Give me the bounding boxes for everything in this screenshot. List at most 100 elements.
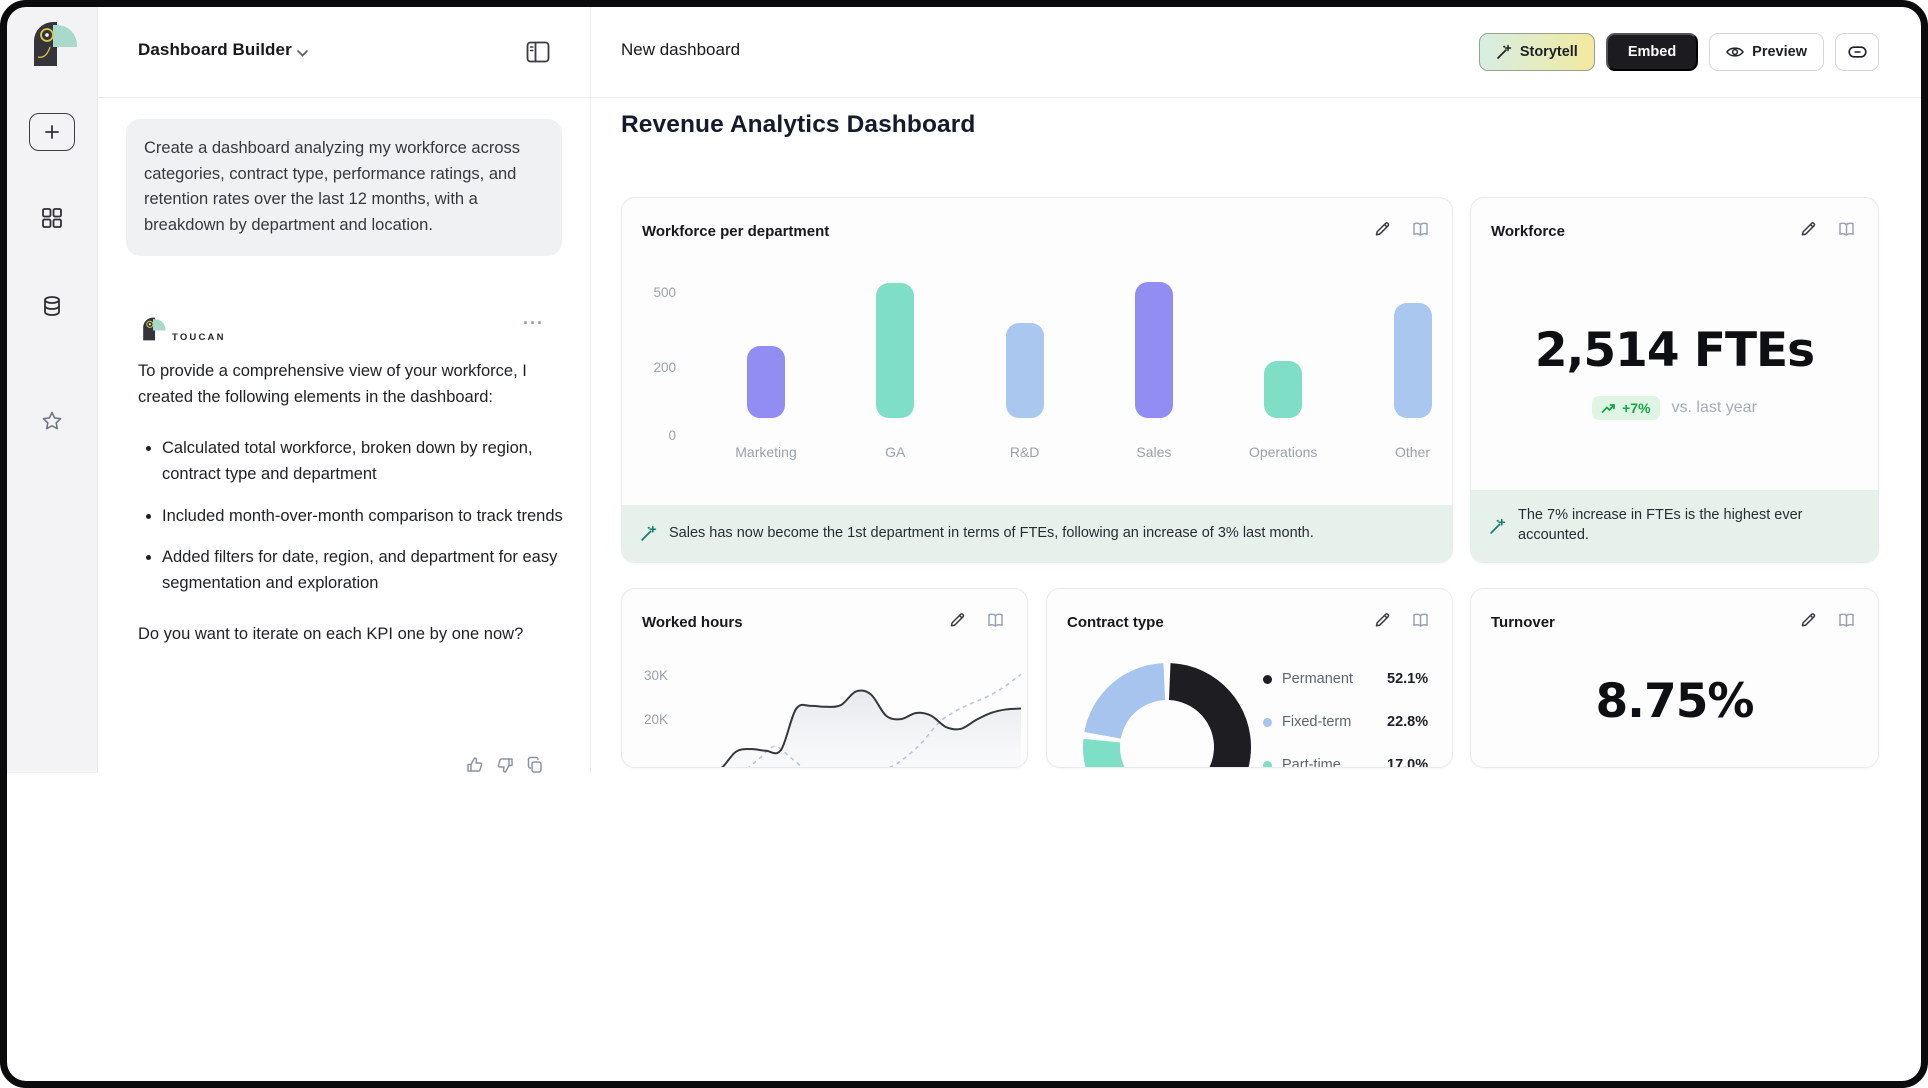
chevron-down-icon[interactable] (296, 49, 309, 58)
preview-button[interactable]: Preview (1709, 33, 1824, 71)
page-title: Revenue Analytics Dashboard (621, 111, 975, 139)
bullet-item: Added filters for date, region, and depa… (162, 545, 584, 597)
bar-marketing[interactable] (747, 346, 785, 419)
y-tick: 0 (642, 428, 676, 443)
main-area: New dashboard Storytell Embed Preview (591, 7, 1921, 773)
kpi-value: 8.75% (1471, 674, 1878, 729)
legend-row-fixed-term: Fixed-term 22.8% (1263, 714, 1428, 730)
bar-operations[interactable] (1264, 361, 1302, 419)
datasources-icon[interactable] (41, 295, 63, 317)
y-tick-30k: 30K (644, 668, 678, 683)
card-title: Turnover (1491, 614, 1555, 631)
donut-slice-fixed-term[interactable] (1084, 663, 1165, 739)
legend-row-part-time: Part-time 17.0% (1263, 757, 1428, 768)
insight-banner: Sales has now become the 1st department … (622, 505, 1452, 562)
assistant-question: Do you want to iterate on each KPI one b… (138, 622, 584, 648)
card-workforce-per-department: Workforce per department 0 200 500 Marketin… (621, 197, 1453, 563)
message-actions (466, 755, 544, 773)
legend-dot (1263, 718, 1272, 727)
bar-ga[interactable] (876, 283, 914, 418)
edit-icon[interactable] (1800, 220, 1817, 237)
assistant-bullet-list: Calculated total workforce, broken down … (138, 436, 584, 597)
y-tick: 500 (642, 285, 676, 300)
thumbs-up-icon[interactable] (466, 755, 484, 773)
x-label: Marketing (701, 444, 831, 460)
sparkle-wand-icon (1489, 518, 1506, 535)
screenshot-canvas: Dashboard Builder Create a dashboard ana… (0, 0, 1928, 1088)
insight-text: The 7% increase in FTEs is the highest e… (1518, 506, 1848, 545)
delta-badge: +7% (1592, 396, 1659, 420)
favorites-icon[interactable] (41, 410, 63, 432)
line-chart (674, 644, 1028, 768)
y-tick: 200 (642, 360, 676, 375)
delta-label: vs. last year (1672, 399, 1757, 417)
brand-wordmark: TOUCAN (172, 332, 226, 343)
legend-dot (1263, 761, 1272, 769)
bar-plot: 0200500MarketingGAR&DSalesOperationsOthe… (642, 256, 1434, 468)
main-header: New dashboard Storytell Embed Preview (591, 7, 1921, 98)
donut-chart (1061, 644, 1271, 768)
donut-slice-part-time[interactable] (1083, 739, 1137, 768)
chat-panel: Dashboard Builder Create a dashboard ana… (98, 7, 591, 773)
toucan-avatar (138, 315, 168, 345)
embed-button[interactable]: Embed (1606, 33, 1698, 71)
donut-slice-permanent[interactable] (1159, 663, 1251, 768)
card-title: Workforce per department (642, 223, 829, 240)
dashboard-name[interactable]: New dashboard (621, 40, 740, 60)
bar-other[interactable] (1394, 303, 1432, 418)
card-title: Contract type (1067, 614, 1164, 631)
bullet-item: Included month-over-month comparison to … (162, 504, 584, 530)
new-dashboard-button[interactable] (29, 113, 75, 151)
sparkle-wand-icon (640, 525, 657, 542)
card-turnover: Turnover 8.75% (1470, 588, 1879, 768)
edit-icon[interactable] (949, 611, 966, 628)
x-label: R&D (960, 444, 1090, 460)
book-icon[interactable] (1411, 221, 1430, 237)
legend-dot (1263, 675, 1272, 684)
storytell-button[interactable]: Storytell (1479, 33, 1595, 71)
icon-sidebar (7, 7, 98, 773)
x-label: Operations (1218, 444, 1348, 460)
card-title: Workforce (1491, 223, 1565, 240)
card-worked-hours: Worked hours 30K 20K (621, 588, 1028, 768)
thumbs-down-icon[interactable] (496, 755, 514, 773)
x-label: Other (1348, 444, 1454, 460)
collapse-panel-icon[interactable] (526, 41, 550, 63)
chat-panel-header: Dashboard Builder (98, 7, 590, 98)
x-label: Sales (1089, 444, 1219, 460)
book-icon[interactable] (1411, 612, 1430, 628)
assistant-brand-row: TOUCAN ··· (138, 315, 550, 349)
assistant-intro: To provide a comprehensive view of your … (138, 359, 584, 411)
card-contract-type: Contract type Permanent 52.1% Fixed-term… (1046, 588, 1453, 768)
book-icon[interactable] (1837, 612, 1856, 628)
legend-row-permanent: Permanent 52.1% (1263, 671, 1428, 687)
toucan-logo[interactable] (24, 17, 82, 75)
share-link-button[interactable] (1835, 33, 1879, 71)
card-title: Worked hours (642, 614, 743, 631)
bar-sales[interactable] (1135, 282, 1173, 418)
bar-r&d[interactable] (1006, 323, 1044, 418)
edit-icon[interactable] (1800, 611, 1817, 628)
book-icon[interactable] (986, 612, 1005, 628)
app-title[interactable]: Dashboard Builder (138, 40, 292, 60)
dashboards-icon[interactable] (41, 207, 63, 229)
eye-icon (1726, 45, 1744, 59)
assistant-message: To provide a comprehensive view of your … (138, 359, 584, 673)
edit-icon[interactable] (1374, 611, 1391, 628)
insight-text: Sales has now become the 1st department … (669, 524, 1314, 544)
trend-up-icon (1601, 403, 1616, 414)
kpi-value: 2,514 FTEs (1471, 323, 1878, 378)
app-viewport: Dashboard Builder Create a dashboard ana… (7, 7, 1921, 773)
message-menu-icon[interactable]: ··· (523, 313, 544, 334)
link-icon (1848, 46, 1867, 58)
edit-icon[interactable] (1374, 220, 1391, 237)
user-prompt-bubble: Create a dashboard analyzing my workforc… (126, 119, 562, 256)
book-icon[interactable] (1837, 221, 1856, 237)
copy-icon[interactable] (526, 755, 544, 773)
card-workforce: Workforce 2,514 FTEs +7% vs. last year T… (1470, 197, 1879, 563)
wand-icon (1496, 44, 1512, 60)
bullet-item: Calculated total workforce, broken down … (162, 436, 584, 488)
x-label: GA (830, 444, 960, 460)
y-tick-20k: 20K (644, 712, 678, 727)
insight-banner: The 7% increase in FTEs is the highest e… (1471, 490, 1878, 562)
